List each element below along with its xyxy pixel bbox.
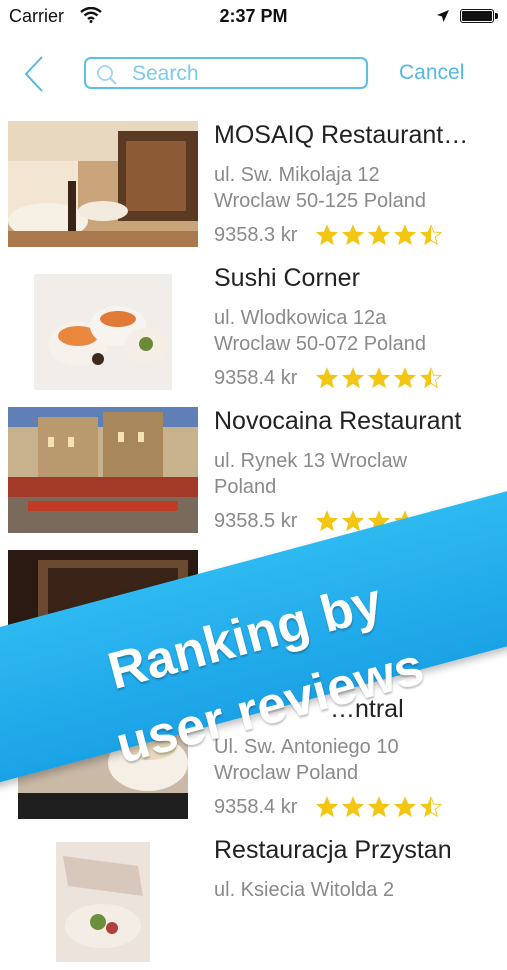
star-icon [342,796,364,818]
address-line: Ul. Sw. Antoniego 10 [214,736,399,758]
restaurant-name: Novocaina Restaurant [214,407,462,435]
search-nav-bar: Cancel [0,40,507,110]
star-icon [316,510,338,532]
restaurant-price: 9358.4 kr [214,367,298,389]
star-icon [316,367,338,389]
restaurant-address: ul. Rynek 13 Wroclaw Poland [214,448,499,500]
star-icon [342,367,364,389]
star-icon [368,796,390,818]
star-rating [316,367,442,389]
restaurant-photo [8,121,198,247]
list-item[interactable]: Sushi Corner ul. Wlodkowica 12a Wroclaw … [0,255,507,398]
address-line: ul. Wlodkowica 12a [214,307,387,329]
star-icon [394,796,416,818]
star-icon [394,367,416,389]
restaurant-address: ul. Sw. Mikolaja 12 Wroclaw 50-125 Polan… [214,162,499,214]
restaurant-price: 9358.5 kr [214,510,298,532]
address-line: ul. Ksiecia Witolda 2 [214,879,395,901]
restaurant-photo [8,407,198,533]
clock: 2:37 PM [219,6,288,26]
star-icon [394,224,416,246]
star-icon [420,796,442,818]
restaurant-address: ul. Wlodkowica 12a Wroclaw 50-072 Poland [214,305,499,357]
search-field[interactable] [84,57,368,89]
restaurant-address: ul. Ksiecia Witolda 2 [214,877,499,903]
search-icon [96,64,118,91]
star-icon [420,224,442,246]
cancel-button[interactable]: Cancel [399,61,464,85]
star-icon [420,367,442,389]
location-arrow-icon [436,9,450,28]
star-icon [368,367,390,389]
search-input[interactable] [130,61,359,87]
restaurant-address: Ul. Sw. Antoniego 10 Wroclaw Poland [214,734,499,786]
restaurant-photo [8,264,198,390]
address-line: ul. Rynek 13 Wroclaw [214,450,408,472]
list-item[interactable]: Restauracja Przystan ul. Ksiecia Witolda… [0,827,507,970]
list-item[interactable]: MOSAIQ Restaurant… ul. Sw. Mikolaja 12 W… [0,112,507,255]
star-rating [316,224,442,246]
restaurant-name: Restauracja Przystan [214,836,452,864]
address-line: Wroclaw 50-125 Poland [214,190,426,212]
star-rating [316,796,442,818]
battery-icon [460,9,498,23]
address-line: Poland [214,476,277,498]
star-icon [342,510,364,532]
star-icon [316,224,338,246]
star-icon [368,224,390,246]
restaurant-name: Sushi Corner [214,264,360,292]
address-line: ul. Sw. Mikolaja 12 [214,164,380,186]
status-bar: Carrier 2:37 PM [0,0,507,34]
address-line: Wroclaw 50-072 Poland [214,333,426,355]
back-button[interactable] [20,54,56,94]
restaurant-photo [8,836,198,962]
restaurant-price: 9358.3 kr [214,224,298,246]
chevron-left-icon [24,56,43,92]
restaurant-price: 9358.4 kr [214,796,298,818]
star-icon [316,796,338,818]
restaurant-name: MOSAIQ Restaurant… [214,121,469,149]
address-line: Wroclaw Poland [214,762,359,784]
star-icon [342,224,364,246]
